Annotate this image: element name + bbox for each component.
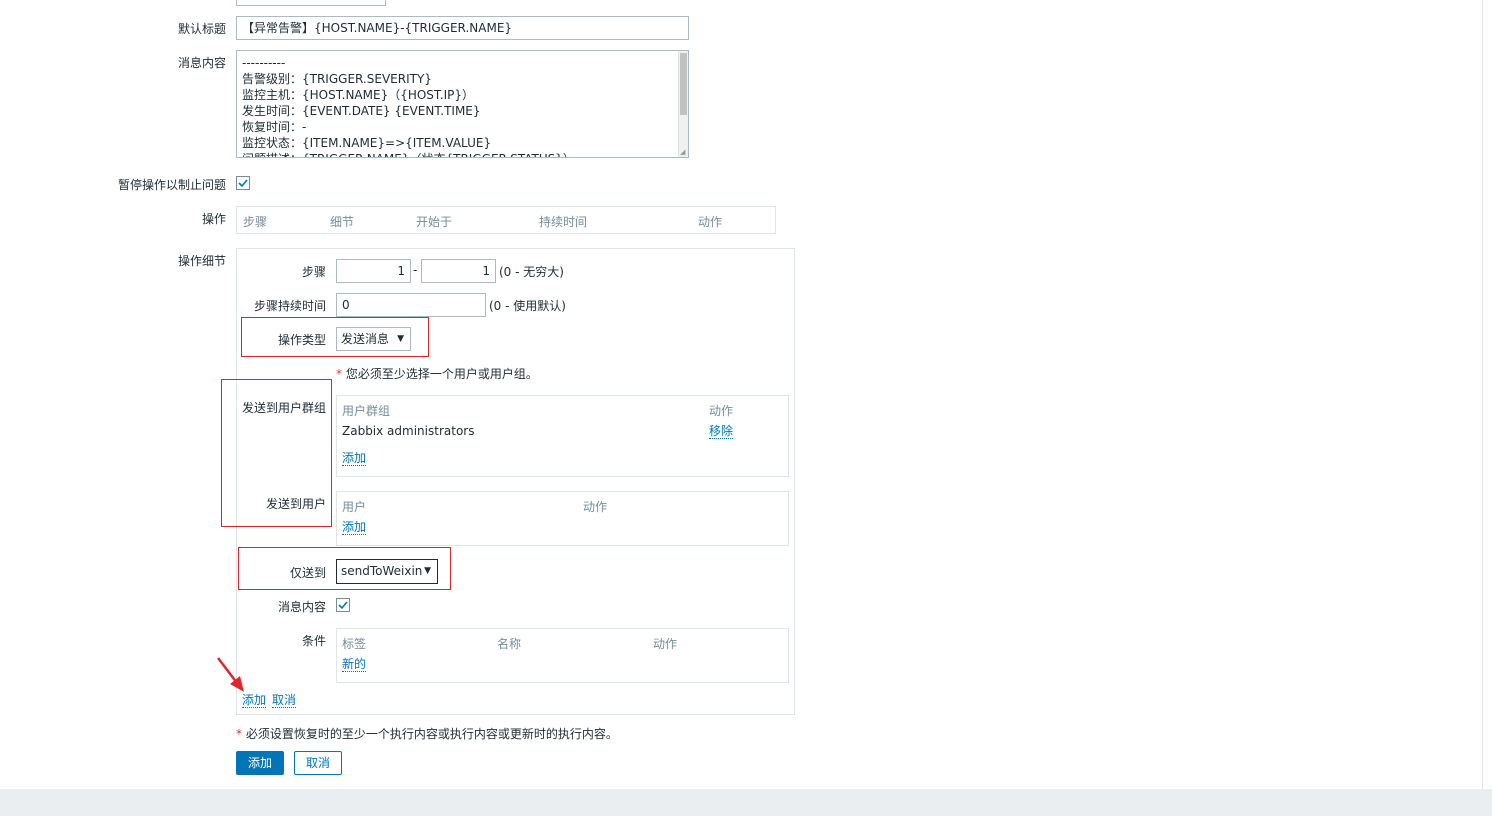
form-page: 默认标题 【异常告警】{HOST.NAME}-{TRIGGER.NAME} 消息… [0, 0, 1482, 789]
send-only-label: 仅送到 [289, 566, 326, 580]
users-col-action: 动作 [583, 500, 608, 514]
conditions-label: 条件 [301, 634, 326, 648]
operations-table: 步骤 细节 开始于 持续时间 动作 [236, 206, 776, 234]
required-text: 您必须至少选择一个用户或用户组。 [345, 367, 538, 381]
step-to-input[interactable]: 1 [421, 259, 496, 283]
message-line: 告警级别：{TRIGGER.SEVERITY} [242, 72, 432, 86]
details-label: 操作细节 [177, 254, 226, 268]
steps-label: 步骤 [301, 265, 326, 279]
footer-note-text: 必须设置恢复时的至少一个执行内容或执行内容或更新时的执行内容。 [245, 727, 618, 741]
group-remove-link[interactable]: 移除 [709, 424, 734, 439]
checkmark-icon [338, 601, 348, 610]
cond-col-label: 标签 [342, 637, 367, 651]
cancel-button[interactable]: 取消 [294, 751, 342, 775]
message-line: 发生时间：{EVENT.DATE} {EVENT.TIME} [242, 104, 481, 118]
users-table: 用户 动作 添加 [336, 491, 789, 546]
send-groups-label: 发送到用户群组 [241, 401, 326, 415]
default-subject-input[interactable]: 【异常告警】{HOST.NAME}-{TRIGGER.NAME} [236, 16, 689, 40]
footer-note: * 必须设置恢复时的至少一个执行内容或执行内容或更新时的执行内容。 [236, 725, 618, 742]
message-content-checkbox[interactable] [336, 598, 350, 612]
groups-col-group: 用户群组 [342, 404, 391, 418]
operations-label: 操作 [201, 212, 226, 226]
page-scrollbar[interactable] [1482, 0, 1492, 789]
send-users-label: 发送到用户 [265, 497, 326, 511]
message-line: 监控状态：{ITEM.NAME}=>{ITEM.VALUE} [242, 136, 492, 150]
pause-checkbox[interactable] [236, 176, 250, 190]
required-hint: * 您必须至少选择一个用户或用户组。 [336, 365, 538, 382]
footer-star: * [236, 727, 242, 741]
default-subject-label: 默认标题 [177, 22, 226, 36]
operations-col-action: 动作 [698, 215, 723, 229]
message-line: 监控主机：{HOST.NAME}（{HOST.IP}） [242, 88, 475, 102]
step-dash: - [413, 263, 418, 277]
message-content-label: 消息内容 [277, 600, 326, 614]
triangle-down-icon: ▼ [424, 566, 431, 576]
send-only-select[interactable]: sendToWeixin ▼ [336, 559, 438, 584]
textarea-scrollbar[interactable]: ◢ [678, 51, 688, 157]
send-only-value: sendToWeixin [341, 564, 423, 578]
textarea-scroll-thumb[interactable] [680, 53, 687, 115]
clipped-field-bottom [236, 0, 386, 6]
default-message-label: 消息内容 [177, 56, 226, 70]
default-message-lines: ---------- 告警级别：{TRIGGER.SEVERITY} 监控主机：{H… [242, 55, 575, 157]
op-type-select[interactable]: 发送消息 ▼ [336, 327, 411, 351]
default-message-textarea[interactable]: ---------- 告警级别：{TRIGGER.SEVERITY} 监控主机：{H… [236, 50, 689, 158]
operations-col-details: 细节 [330, 215, 355, 229]
operations-col-duration: 持续时间 [539, 215, 588, 229]
groups-col-action: 动作 [709, 404, 734, 418]
cond-col-name: 名称 [497, 637, 522, 651]
steps-hint: (0 - 无穷大) [499, 265, 564, 279]
operations-col-start: 开始于 [416, 215, 453, 229]
operations-col-steps: 步骤 [243, 215, 268, 229]
resize-grip-icon[interactable]: ◢ [680, 149, 687, 156]
op-type-label: 操作类型 [277, 333, 326, 347]
conditions-table: 标签 名称 动作 新的 [336, 628, 789, 683]
required-star: * [336, 367, 342, 381]
details-cancel-link[interactable]: 取消 [272, 693, 297, 708]
cond-col-action: 动作 [653, 637, 678, 651]
red-arrow-icon [217, 657, 244, 692]
pause-label: 暂停操作以制止问题 [117, 178, 226, 192]
message-line: 恢复时间：- [242, 120, 307, 134]
cond-new-link[interactable]: 新的 [342, 657, 367, 672]
triangle-down-icon: ▼ [397, 334, 404, 344]
step-duration-hint: (0 - 使用默认) [489, 299, 566, 313]
message-line: 问题描述：{TRIGGER.NAME}（状态{TRIGGER.STATUS}） [242, 151, 575, 157]
message-line: ---------- [242, 56, 286, 70]
users-add-link[interactable]: 添加 [342, 520, 367, 535]
step-duration-label: 步骤持续时间 [253, 299, 326, 313]
op-type-value: 发送消息 [341, 332, 390, 346]
groups-add-link[interactable]: 添加 [342, 451, 367, 466]
users-col-user: 用户 [342, 500, 367, 514]
user-groups-table: 用户群组 动作 Zabbix administrators 移除 添加 [336, 395, 789, 477]
add-button[interactable]: 添加 [236, 751, 284, 775]
group-row-name: Zabbix administrators [342, 424, 475, 438]
step-duration-input[interactable]: 0 [336, 293, 486, 317]
step-from-input[interactable]: 1 [336, 259, 411, 283]
details-add-link[interactable]: 添加 [242, 693, 267, 708]
checkmark-icon [238, 179, 248, 188]
